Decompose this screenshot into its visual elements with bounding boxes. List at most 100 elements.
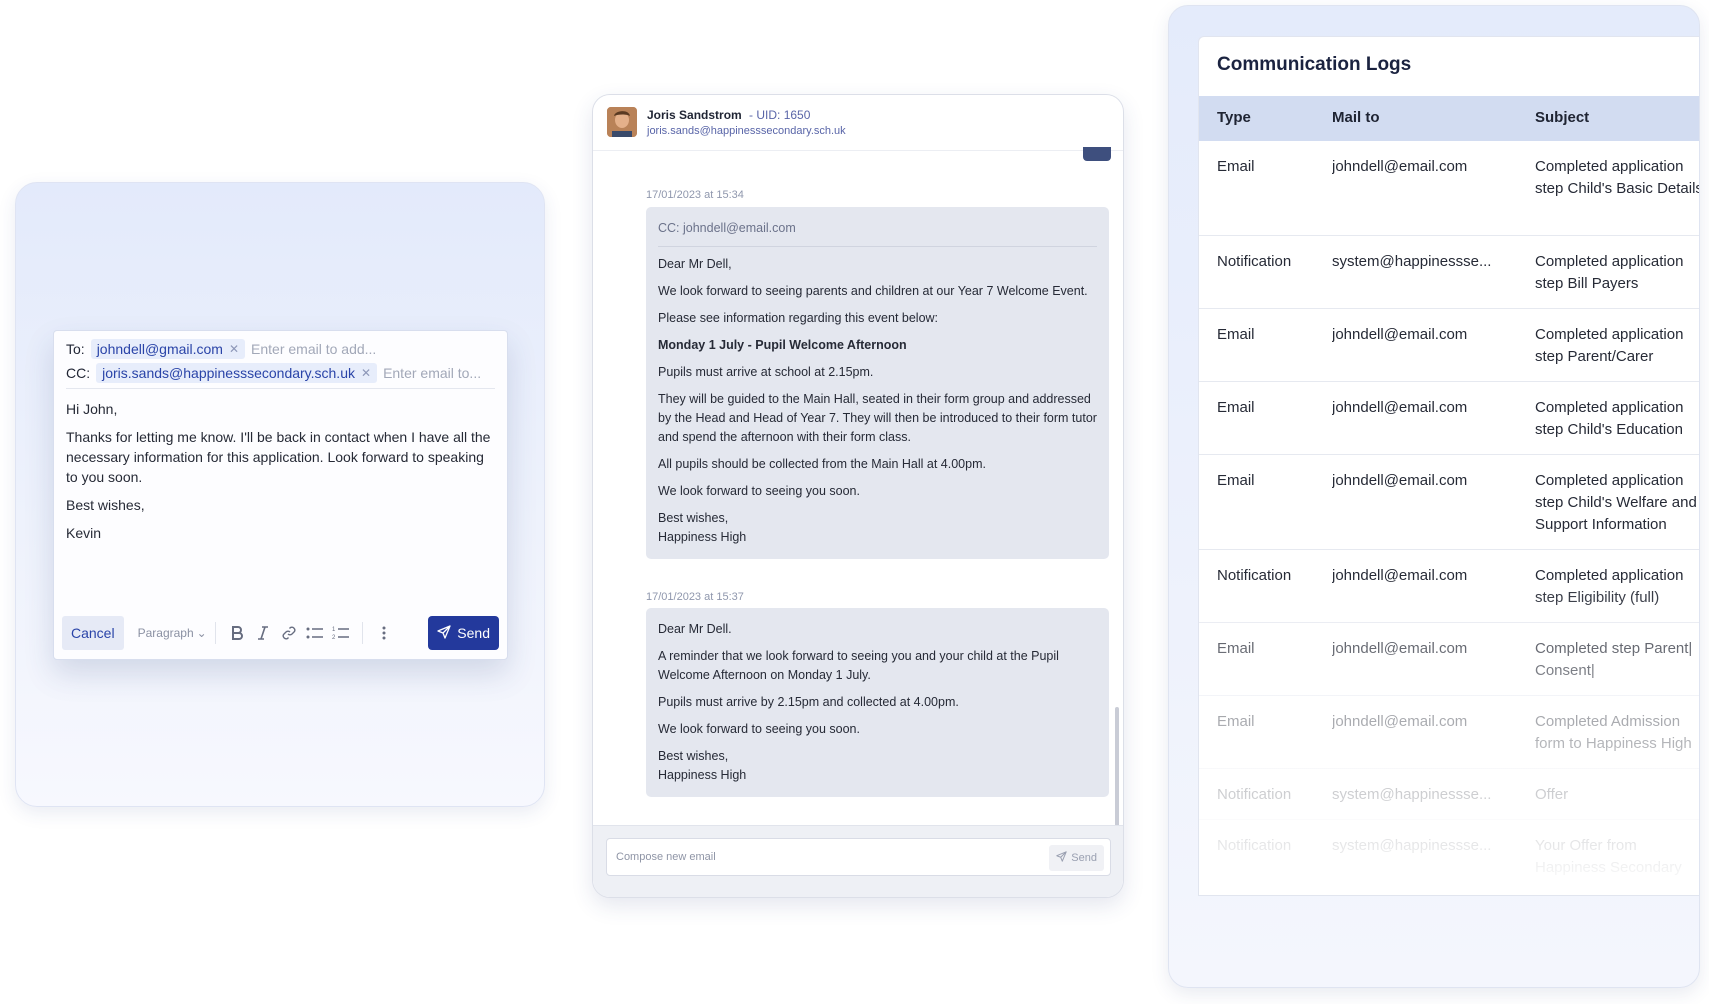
svg-text:2: 2 bbox=[332, 635, 336, 641]
cell-type: Notification bbox=[1217, 567, 1292, 584]
link-icon[interactable] bbox=[276, 620, 302, 646]
cell-mail-to: johndell@email.com bbox=[1332, 713, 1468, 730]
cell-subject: Completed application step Child's Basic… bbox=[1535, 158, 1699, 197]
body-line: Best wishes, bbox=[66, 497, 145, 513]
contact-uid: - UID: 1650 bbox=[749, 108, 811, 122]
cell-mail-to: johndell@email.com bbox=[1332, 158, 1468, 175]
message-paragraph: We look forward to seeing you soon. bbox=[658, 484, 860, 498]
email-composer: To: johndell@gmail.com ✕ Enter email to … bbox=[53, 330, 508, 660]
composer-toolbar: Cancel Paragraph ⌄ 12 Send bbox=[62, 615, 499, 651]
cell-subject: Completed Admission form to Happiness Hi… bbox=[1535, 713, 1692, 752]
message-paragraph: Pupils must arrive by 2.15pm and collect… bbox=[658, 695, 959, 709]
italic-icon[interactable] bbox=[250, 620, 276, 646]
message-paragraph: All pupils should be collected from the … bbox=[658, 457, 986, 471]
message-paragraph: We look forward to seeing you soon. bbox=[658, 722, 860, 736]
svg-text:1: 1 bbox=[332, 627, 336, 633]
table-row[interactable]: Notification johndell@email.com Complete… bbox=[1199, 550, 1699, 623]
cell-mail-to: system@happinessse... bbox=[1332, 253, 1492, 270]
cell-type: Notification bbox=[1217, 253, 1292, 270]
message-paragraph: Pupils must arrive at school at 2.15pm. bbox=[658, 365, 874, 379]
column-header-mail-to[interactable]: Mail to bbox=[1332, 109, 1380, 126]
message-paragraph: Please see information regarding this ev… bbox=[658, 311, 939, 325]
table-row[interactable]: Notification system@happinessse... Compl… bbox=[1199, 236, 1699, 309]
table-row[interactable]: Notification system@happinessse... Offer bbox=[1199, 769, 1699, 820]
message-bubble: CC: johndell@email.com Dear Mr Dell, We … bbox=[646, 207, 1109, 559]
cell-mail-to: johndell@email.com bbox=[1332, 326, 1468, 343]
cell-type: Notification bbox=[1217, 786, 1292, 803]
table-row[interactable]: Email johndell@email.com Completed appli… bbox=[1199, 382, 1699, 455]
cell-mail-to: johndell@email.com bbox=[1332, 567, 1468, 584]
message-cc: CC: johndell@email.com bbox=[658, 219, 1097, 247]
cell-subject: Completed application step Child's Welfa… bbox=[1535, 472, 1697, 533]
message-paragraph: Dear Mr Dell. bbox=[658, 622, 732, 636]
cell-mail-to: system@happinessse... bbox=[1332, 786, 1492, 803]
cc-recipient-email: joris.sands@happinesssecondary.sch.uk bbox=[102, 365, 355, 381]
contact-email[interactable]: joris.sands@happinesssecondary.sch.uk bbox=[647, 125, 846, 137]
avatar bbox=[1083, 147, 1111, 161]
message-paragraph: Monday 1 July - Pupil Welcome Afternoon bbox=[658, 336, 1097, 355]
compose-send-label: Send bbox=[1071, 852, 1097, 864]
more-icon[interactable] bbox=[371, 620, 397, 646]
cell-type: Email bbox=[1217, 326, 1255, 343]
bullet-list-icon[interactable] bbox=[302, 620, 328, 646]
toolbar-divider bbox=[361, 622, 363, 644]
event-heading: Monday 1 July - Pupil Welcome Afternoon bbox=[658, 338, 907, 352]
composer-body-editor[interactable]: Hi John, Thanks for letting me know. I'l… bbox=[66, 399, 494, 551]
signoff-text: Best wishes, bbox=[658, 511, 729, 525]
bold-icon[interactable] bbox=[224, 620, 250, 646]
message-paragraph: Dear Mr Dell, bbox=[658, 257, 732, 271]
cell-mail-to: johndell@email.com bbox=[1332, 399, 1468, 416]
cc-recipient-chip[interactable]: joris.sands@happinesssecondary.sch.uk ✕ bbox=[96, 363, 378, 383]
cell-type: Email bbox=[1217, 472, 1255, 489]
table-row[interactable]: Email johndell@email.com Completed appli… bbox=[1199, 141, 1699, 236]
table-row[interactable]: Email johndell@email.com Completed appli… bbox=[1199, 455, 1699, 550]
signature-text: Happiness High bbox=[658, 768, 747, 782]
message-timestamp: 17/01/2023 at 15:34 bbox=[646, 189, 744, 201]
to-input[interactable]: Enter email to add... bbox=[251, 341, 376, 357]
send-icon bbox=[437, 624, 451, 642]
send-icon bbox=[1056, 851, 1068, 865]
column-header-type[interactable]: Type bbox=[1217, 109, 1251, 126]
message-thread[interactable]: 17/01/2023 at 15:34 CC: johndell@email.c… bbox=[593, 147, 1123, 897]
cell-type: Email bbox=[1217, 399, 1255, 416]
to-label: To: bbox=[66, 341, 85, 357]
signoff-text: Best wishes, bbox=[658, 749, 729, 763]
body-line: Thanks for letting me know. I'll be back… bbox=[66, 429, 491, 485]
cell-subject: Completed application step Bill Payers bbox=[1535, 253, 1684, 292]
cell-subject: Completed application step Parent/Carer bbox=[1535, 326, 1684, 365]
compose-placeholder: Compose new email bbox=[616, 851, 716, 863]
body-line: Hi John, bbox=[66, 401, 118, 417]
paragraph-style-select[interactable]: Paragraph ⌄ bbox=[138, 626, 207, 640]
body-line: Kevin bbox=[66, 525, 102, 541]
cell-mail-to: johndell@email.com bbox=[1332, 640, 1468, 657]
email-thread-panel: Joris Sandstrom - UID: 1650 joris.sands@… bbox=[592, 94, 1124, 898]
cell-subject: Completed application step Eligibility (… bbox=[1535, 567, 1684, 606]
cell-subject: Completed application step Child's Educa… bbox=[1535, 399, 1684, 438]
cc-label: CC: bbox=[66, 365, 91, 381]
table-row[interactable]: Email johndell@email.com Completed appli… bbox=[1199, 309, 1699, 382]
remove-recipient-icon[interactable]: ✕ bbox=[229, 342, 239, 356]
compose-send-button[interactable]: Send bbox=[1049, 845, 1104, 871]
to-recipient-chip[interactable]: johndell@gmail.com ✕ bbox=[90, 339, 246, 359]
cell-subject: Your Offer from Happiness Secondary bbox=[1535, 837, 1682, 876]
send-button[interactable]: Send bbox=[428, 616, 499, 650]
cancel-button[interactable]: Cancel bbox=[62, 616, 124, 650]
table-row[interactable]: Email johndell@email.com Completed Admis… bbox=[1199, 696, 1699, 769]
remove-cc-icon[interactable]: ✕ bbox=[361, 366, 371, 380]
column-header-subject[interactable]: Subject bbox=[1535, 109, 1589, 126]
to-row: To: johndell@gmail.com ✕ Enter email to … bbox=[66, 339, 376, 359]
table-row[interactable]: Email johndell@email.com Completed step … bbox=[1199, 623, 1699, 696]
message-signoff: Best wishes, Happiness High bbox=[658, 747, 1097, 785]
message-paragraph: We look forward to seeing parents and ch… bbox=[658, 284, 1088, 298]
message-signoff: Best wishes, Happiness High bbox=[658, 509, 1097, 547]
cell-mail-to: system@happinessse... bbox=[1332, 837, 1492, 854]
compose-new-email-input[interactable]: Compose new email Send bbox=[606, 838, 1111, 876]
cell-mail-to: johndell@email.com bbox=[1332, 472, 1468, 489]
message-bubble: Dear Mr Dell. A reminder that we look fo… bbox=[646, 608, 1109, 797]
cc-input[interactable]: Enter email to... bbox=[383, 365, 481, 381]
cell-type: Notification bbox=[1217, 837, 1292, 854]
table-row[interactable]: Notification system@happinessse... Your … bbox=[1199, 820, 1699, 895]
numbered-list-icon[interactable]: 12 bbox=[328, 620, 354, 646]
avatar bbox=[607, 107, 637, 137]
cell-subject: Offer bbox=[1535, 786, 1569, 803]
